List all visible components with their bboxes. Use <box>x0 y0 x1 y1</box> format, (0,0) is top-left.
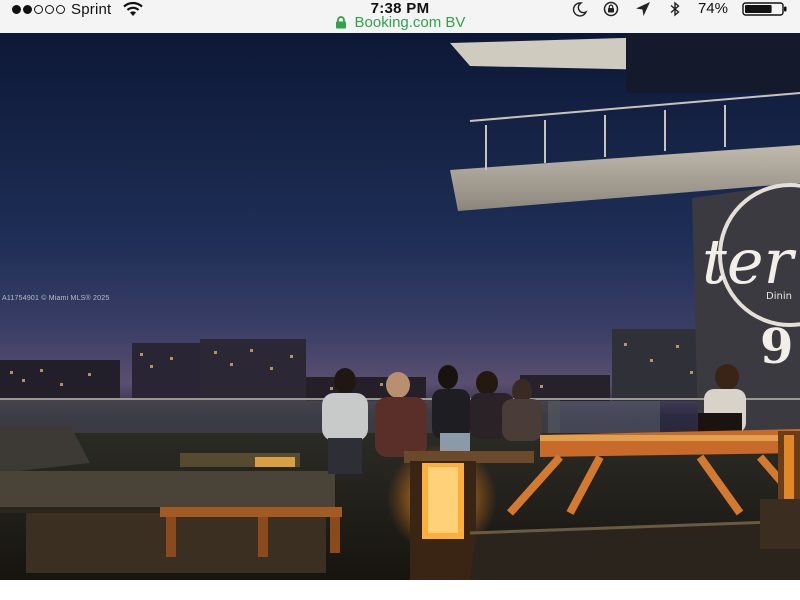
svg-text:9: 9 <box>760 319 793 375</box>
lock-icon <box>335 16 346 29</box>
svg-text:ter: ter <box>702 225 797 298</box>
property-photo[interactable]: ter Dinin 9 A11754901 © Miami MLS® 2025 <box>0 33 800 580</box>
status-bar: Sprint 7:38 PM Booking.com BV 74% <box>0 0 800 33</box>
url-text[interactable]: Booking.com BV <box>355 14 466 31</box>
svg-text:Dinin: Dinin <box>766 291 792 302</box>
photo-watermark: A11754901 © Miami MLS® 2025 <box>2 295 110 302</box>
battery-percent: 74% <box>697 0 728 17</box>
moon-icon <box>572 1 588 17</box>
location-arrow-icon <box>635 1 650 16</box>
status-right: 74% <box>570 0 788 17</box>
rooftop-night-scene: ter Dinin 9 <box>0 33 800 580</box>
page-bottom-area <box>0 580 800 600</box>
battery-icon <box>742 1 787 16</box>
bluetooth-icon <box>670 0 680 17</box>
rotation-lock-icon <box>603 1 619 16</box>
